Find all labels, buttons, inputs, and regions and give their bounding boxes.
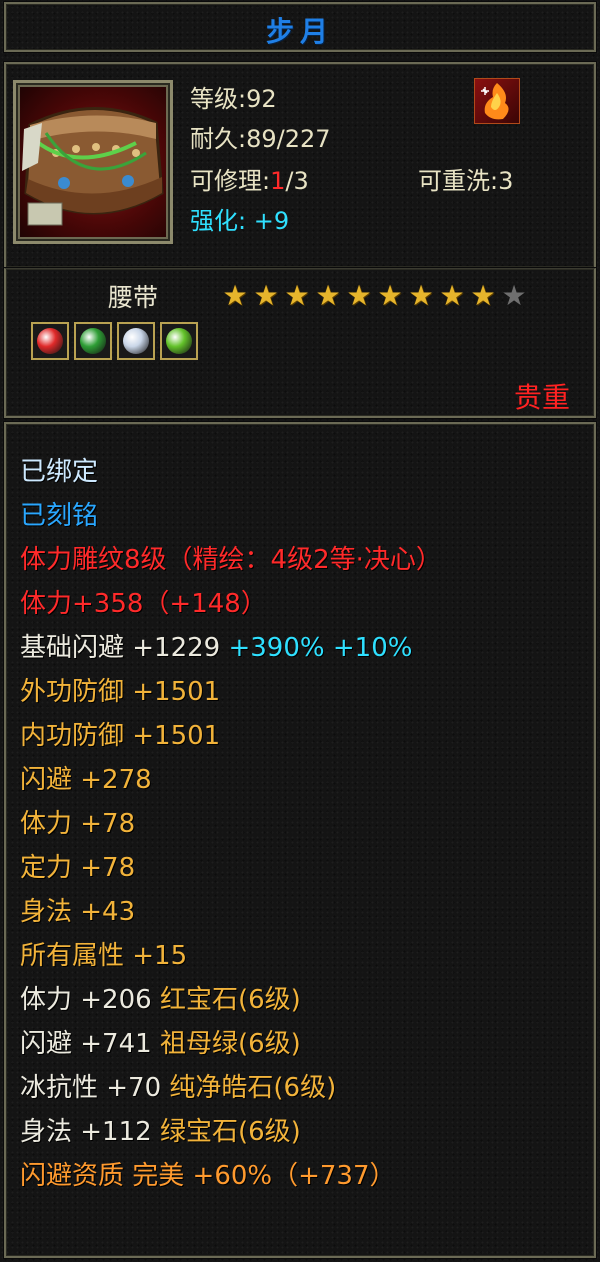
- item-type: 腰带: [108, 283, 159, 312]
- stat-text: 已绑定: [20, 457, 99, 487]
- star-rating: ★ ★ ★ ★ ★ ★ ★ ★ ★ ★: [220, 282, 529, 310]
- durability-text: 耐久:89/227: [190, 125, 331, 153]
- stat-text: 所有属性 +15: [20, 941, 188, 971]
- gem-slot-icon[interactable]: [160, 322, 198, 360]
- repair-total: /3: [285, 167, 309, 195]
- gem-name: 祖母绿(6级): [151, 1029, 301, 1059]
- stat-line: 冰抗性 +70 纯净皓石(6级): [20, 1066, 442, 1110]
- gem-slot-icon[interactable]: [31, 322, 69, 360]
- star-icon: ★: [377, 279, 403, 312]
- belt-icon: [22, 107, 164, 226]
- stat-list: 已绑定已刻铭体力雕纹8级（精绘：4级2等·决心） 体力+358（+148） 基础闪避…: [20, 450, 442, 1198]
- stat-text: 体力 +78: [20, 809, 136, 839]
- stat-line: 体力雕纹8级（精绘：4级2等·决心）: [20, 538, 442, 582]
- star-icon: ★: [470, 279, 496, 312]
- enhance-label: 强化:: [190, 207, 247, 235]
- stat-text: 冰抗性 +70: [20, 1073, 162, 1103]
- level-text: 等级:92: [190, 85, 277, 113]
- stat-line: 内功防御 +1501: [20, 714, 442, 758]
- stat-line: 已绑定: [20, 450, 442, 494]
- star-icon: ★: [439, 279, 465, 312]
- repair-current: 1: [270, 167, 286, 195]
- stat-text: 基础闪避 +1229: [20, 633, 221, 663]
- stat-line: 外功防御 +1501: [20, 670, 442, 714]
- stat-line: 体力 +206 红宝石(6级): [20, 978, 442, 1022]
- stat-text: 体力+358（+148）: [20, 589, 267, 619]
- stat-line: 定力 +78: [20, 846, 442, 890]
- stat-text: 体力 +206: [20, 985, 152, 1015]
- stat-line: 体力+358（+148）: [20, 582, 442, 626]
- stat-line: 闪避资质 完美 +60%（+737）: [20, 1154, 442, 1198]
- repair-text: 可修理:1/3: [190, 166, 309, 196]
- enhance-value: +9: [253, 207, 290, 235]
- stat-line: 所有属性 +15: [20, 934, 442, 978]
- gem-slot-icon[interactable]: [74, 322, 112, 360]
- stat-bonus: +390% +10%: [220, 633, 413, 663]
- gem-name: 纯净皓石(6级): [161, 1073, 337, 1103]
- gem-name: 红宝石(6级): [151, 985, 301, 1015]
- stat-text: 闪避 +741: [20, 1029, 152, 1059]
- rewash-text: 可重洗:3: [418, 167, 514, 195]
- stat-text: 身法 +43: [20, 897, 136, 927]
- star-icon: ★: [346, 279, 372, 312]
- stat-line: 基础闪避 +1229 +390% +10%: [20, 626, 442, 670]
- star-icon: ★: [222, 279, 248, 312]
- stat-line: 已刻铭: [20, 494, 442, 538]
- stat-text: 闪避 +278: [20, 765, 152, 795]
- gem-name: 绿宝石(6级): [151, 1117, 301, 1147]
- repair-label: 可修理:: [190, 167, 271, 195]
- stat-line: 闪避 +741 祖母绿(6级): [20, 1022, 442, 1066]
- stat-text: 闪避资质 完美 +60%（+737）: [20, 1161, 396, 1191]
- star-icon: ★: [253, 279, 279, 312]
- stat-line: 体力 +78: [20, 802, 442, 846]
- item-icon[interactable]: [13, 80, 173, 244]
- stat-text: 外功防御 +1501: [20, 677, 221, 707]
- enhance-text: 强化: +9: [190, 206, 289, 236]
- stat-text: 已刻铭: [20, 501, 99, 531]
- stat-text: 定力 +78: [20, 853, 136, 883]
- stat-text: 内功防御 +1501: [20, 721, 221, 751]
- star-icon: ★: [284, 279, 310, 312]
- stat-line: 身法 +43: [20, 890, 442, 934]
- stat-line: 闪避 +278: [20, 758, 442, 802]
- item-name: 步月: [265, 15, 334, 48]
- star-icon: ★: [501, 279, 527, 312]
- gem-slot-icon[interactable]: [117, 322, 155, 360]
- stat-text: 体力雕纹8级（精绘：4级2等·决心）: [20, 545, 442, 575]
- star-icon: ★: [315, 279, 341, 312]
- stat-line: 身法 +112 绿宝石(6级): [20, 1110, 442, 1154]
- gem-slots: [31, 322, 198, 360]
- stat-text: 身法 +112: [20, 1117, 152, 1147]
- flame-icon[interactable]: [474, 78, 520, 124]
- star-icon: ★: [408, 279, 434, 312]
- quality-label: 贵重: [513, 381, 570, 414]
- title-bar: 步月: [4, 2, 596, 52]
